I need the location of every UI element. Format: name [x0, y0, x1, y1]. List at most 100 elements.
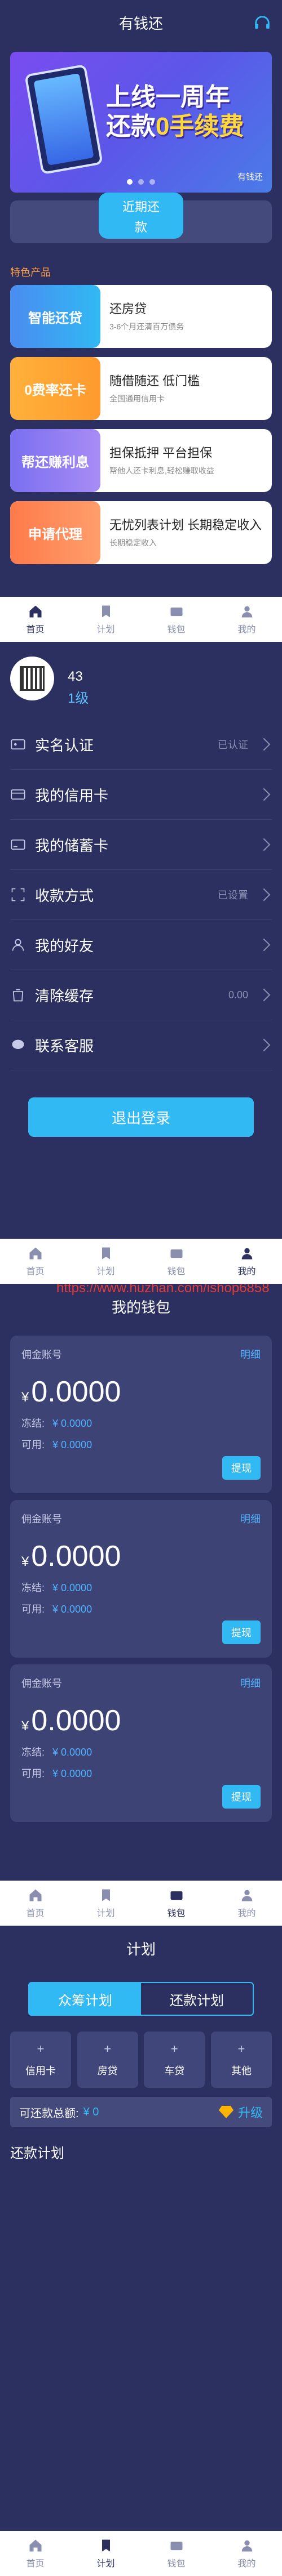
wallet-icon: [170, 2542, 182, 2551]
plus-icon: +: [37, 2042, 45, 2056]
tab-bar: 首页 计划 钱包 我的: [0, 1239, 282, 1284]
credit-card-icon: [11, 789, 25, 800]
product-tag: 0费率还卡: [10, 357, 100, 420]
wallet-header: https://www.huzhan.com/ishop6858 我的钱包: [0, 1284, 282, 1329]
logout-button[interactable]: 退出登录: [28, 1097, 254, 1137]
wallet-screen: https://www.huzhan.com/ishop6858 我的钱包 佣金…: [0, 1284, 282, 1926]
menu-item-payment-method[interactable]: 收款方式 已设置: [10, 870, 272, 920]
page-title: 我的钱包: [111, 1298, 170, 1316]
detail-link[interactable]: 明细: [240, 1347, 261, 1361]
id-card-icon: [11, 739, 25, 750]
tab-home[interactable]: 首页: [13, 1245, 58, 1277]
user-icon: [241, 2540, 252, 2552]
bookmark-icon: [102, 1247, 110, 1260]
withdraw-button[interactable]: 提现: [222, 1456, 261, 1480]
tab-crowdfunding-plan[interactable]: 众筹计划: [29, 1983, 141, 2015]
tab-wallet[interactable]: 钱包: [154, 1245, 199, 1277]
trash-icon: [12, 989, 24, 1002]
user-level: 1级: [68, 691, 89, 706]
tab-plan[interactable]: 计划: [83, 604, 129, 635]
user-name: 43: [68, 669, 83, 684]
recent-repayment-panel: 近期还 款: [10, 193, 272, 243]
tab-mine[interactable]: 我的: [224, 1245, 270, 1277]
menu-item-debit-card[interactable]: 我的储蓄卡: [10, 820, 272, 870]
home-icon: [29, 1889, 41, 1901]
chevron-right-icon: [257, 938, 271, 952]
tab-plan[interactable]: 计划: [83, 1887, 129, 1919]
tab-repayment-plan[interactable]: 还款计划: [141, 1983, 253, 2015]
category-credit-card[interactable]: + 信用卡: [10, 2032, 71, 2088]
profile-screen: 43 1级 实名认证 已认证 我的信用卡 我的储蓄卡 收款方式 已设置 我的好友 清…: [0, 642, 282, 1284]
menu-item-verification[interactable]: 实名认证 已认证: [10, 720, 272, 770]
category-car-loan[interactable]: + 车贷: [144, 2032, 205, 2088]
menu-item-credit-card[interactable]: 我的信用卡: [10, 770, 272, 820]
debit-card-icon: [11, 839, 25, 850]
qr-code-icon: [20, 666, 45, 691]
bookmark-icon: [102, 605, 110, 618]
wallet-card: 佣金账号 明细 ¥0.0000 冻结: ¥ 0.0000 可用: ¥ 0.0000 …: [10, 1664, 272, 1822]
wallet-icon: [170, 1891, 182, 1900]
wallet-card: 佣金账号 明细 ¥0.0000 冻结: ¥ 0.0000 可用: ¥ 0.0000 …: [10, 1336, 272, 1493]
wallet-icon: [170, 608, 182, 617]
section-label: 特色产品: [10, 267, 51, 278]
product-tag: 帮还赚利息: [10, 429, 100, 492]
plus-icon: +: [170, 2042, 178, 2056]
tab-mine[interactable]: 我的: [224, 2538, 270, 2569]
chat-icon: [12, 1039, 24, 1049]
detail-link[interactable]: 明细: [240, 1511, 261, 1526]
tab-bar: 首页 计划 钱包 我的: [0, 1881, 282, 1926]
chevron-right-icon: [257, 738, 271, 751]
home-icon: [29, 1247, 41, 1260]
tab-home[interactable]: 首页: [13, 1887, 58, 1919]
diamond-icon: [218, 2106, 233, 2118]
tab-home[interactable]: 首页: [13, 2538, 58, 2569]
carousel-dots: [10, 179, 272, 185]
home-icon: [29, 2539, 41, 2552]
product-card[interactable]: 0费率还卡 随借随还 低门槛 全国通用信用卡: [10, 357, 272, 420]
plan-segment-control: 众筹计划 还款计划: [28, 1982, 254, 2016]
chevron-right-icon: [257, 1038, 271, 1052]
category-other[interactable]: + 其他: [210, 2032, 272, 2088]
upgrade-button[interactable]: 升级: [218, 2103, 263, 2121]
product-card[interactable]: 帮还赚利息 担保抵押 平台担保 帮他人还卡利息,轻松赚取收益: [10, 429, 272, 492]
home-screen: 有钱还 上线一周年 还款0手续费 有钱还 近期还 款 特色产品 智能还贷 还房贷…: [0, 0, 282, 642]
product-card[interactable]: 智能还贷 还房贷 3-6个月还清百万债务: [10, 285, 272, 348]
wallet-card: 佣金账号 明细 ¥0.0000 冻结: ¥ 0.0000 可用: ¥ 0.0000 …: [10, 1500, 272, 1658]
menu-item-customer-service[interactable]: 联系客服: [10, 1020, 272, 1070]
balance-amount: ¥0.0000: [21, 1540, 121, 1573]
detail-link[interactable]: 明细: [240, 1676, 261, 1690]
tab-bar: 首页 计划 钱包 我的: [0, 597, 282, 642]
category-mortgage[interactable]: + 房贷: [77, 2032, 138, 2088]
menu-item-friends[interactable]: 我的好友: [10, 920, 272, 970]
recent-repayment-tab[interactable]: 近期还 款: [99, 193, 183, 239]
user-icon: [241, 1248, 252, 1260]
watermark-text: https://www.huzhan.com/ishop6858: [56, 1284, 270, 1296]
promo-banner[interactable]: 上线一周年 还款0手续费 有钱还: [10, 52, 272, 193]
product-tag: 智能还贷: [10, 285, 100, 348]
tab-home[interactable]: 首页: [13, 604, 58, 635]
tab-mine[interactable]: 我的: [224, 604, 270, 635]
repayable-total-bar: 可还款总额: ¥ 0 升级: [10, 2097, 272, 2127]
home-header: 有钱还: [0, 0, 282, 45]
withdraw-button[interactable]: 提现: [222, 1620, 261, 1644]
bookmark-icon: [102, 1889, 110, 1901]
balance-amount: ¥0.0000: [21, 1704, 121, 1737]
tab-wallet[interactable]: 钱包: [154, 2538, 199, 2569]
tab-mine[interactable]: 我的: [224, 1887, 270, 1919]
balance-amount: ¥0.0000: [21, 1376, 121, 1408]
tab-plan[interactable]: 计划: [83, 1245, 129, 1277]
chevron-right-icon: [257, 888, 271, 901]
tab-wallet[interactable]: 钱包: [154, 604, 199, 635]
tab-wallet[interactable]: 钱包: [154, 1887, 199, 1919]
tab-plan[interactable]: 计划: [83, 2538, 129, 2569]
chevron-right-icon: [257, 788, 271, 801]
headset-icon[interactable]: [253, 14, 272, 33]
avatar[interactable]: [10, 657, 54, 700]
bookmark-icon: [102, 2539, 110, 2552]
withdraw-button[interactable]: 提现: [222, 1785, 261, 1809]
product-card[interactable]: 申请代理 无忧列表计划 长期稳定收入 长期稳定收入: [10, 501, 272, 564]
menu-item-clear-cache[interactable]: 清除缓存 0.00: [10, 970, 272, 1020]
page-title: 计划: [126, 1940, 156, 1958]
chevron-right-icon: [257, 838, 271, 851]
profile-header: 43 1级: [0, 642, 282, 709]
